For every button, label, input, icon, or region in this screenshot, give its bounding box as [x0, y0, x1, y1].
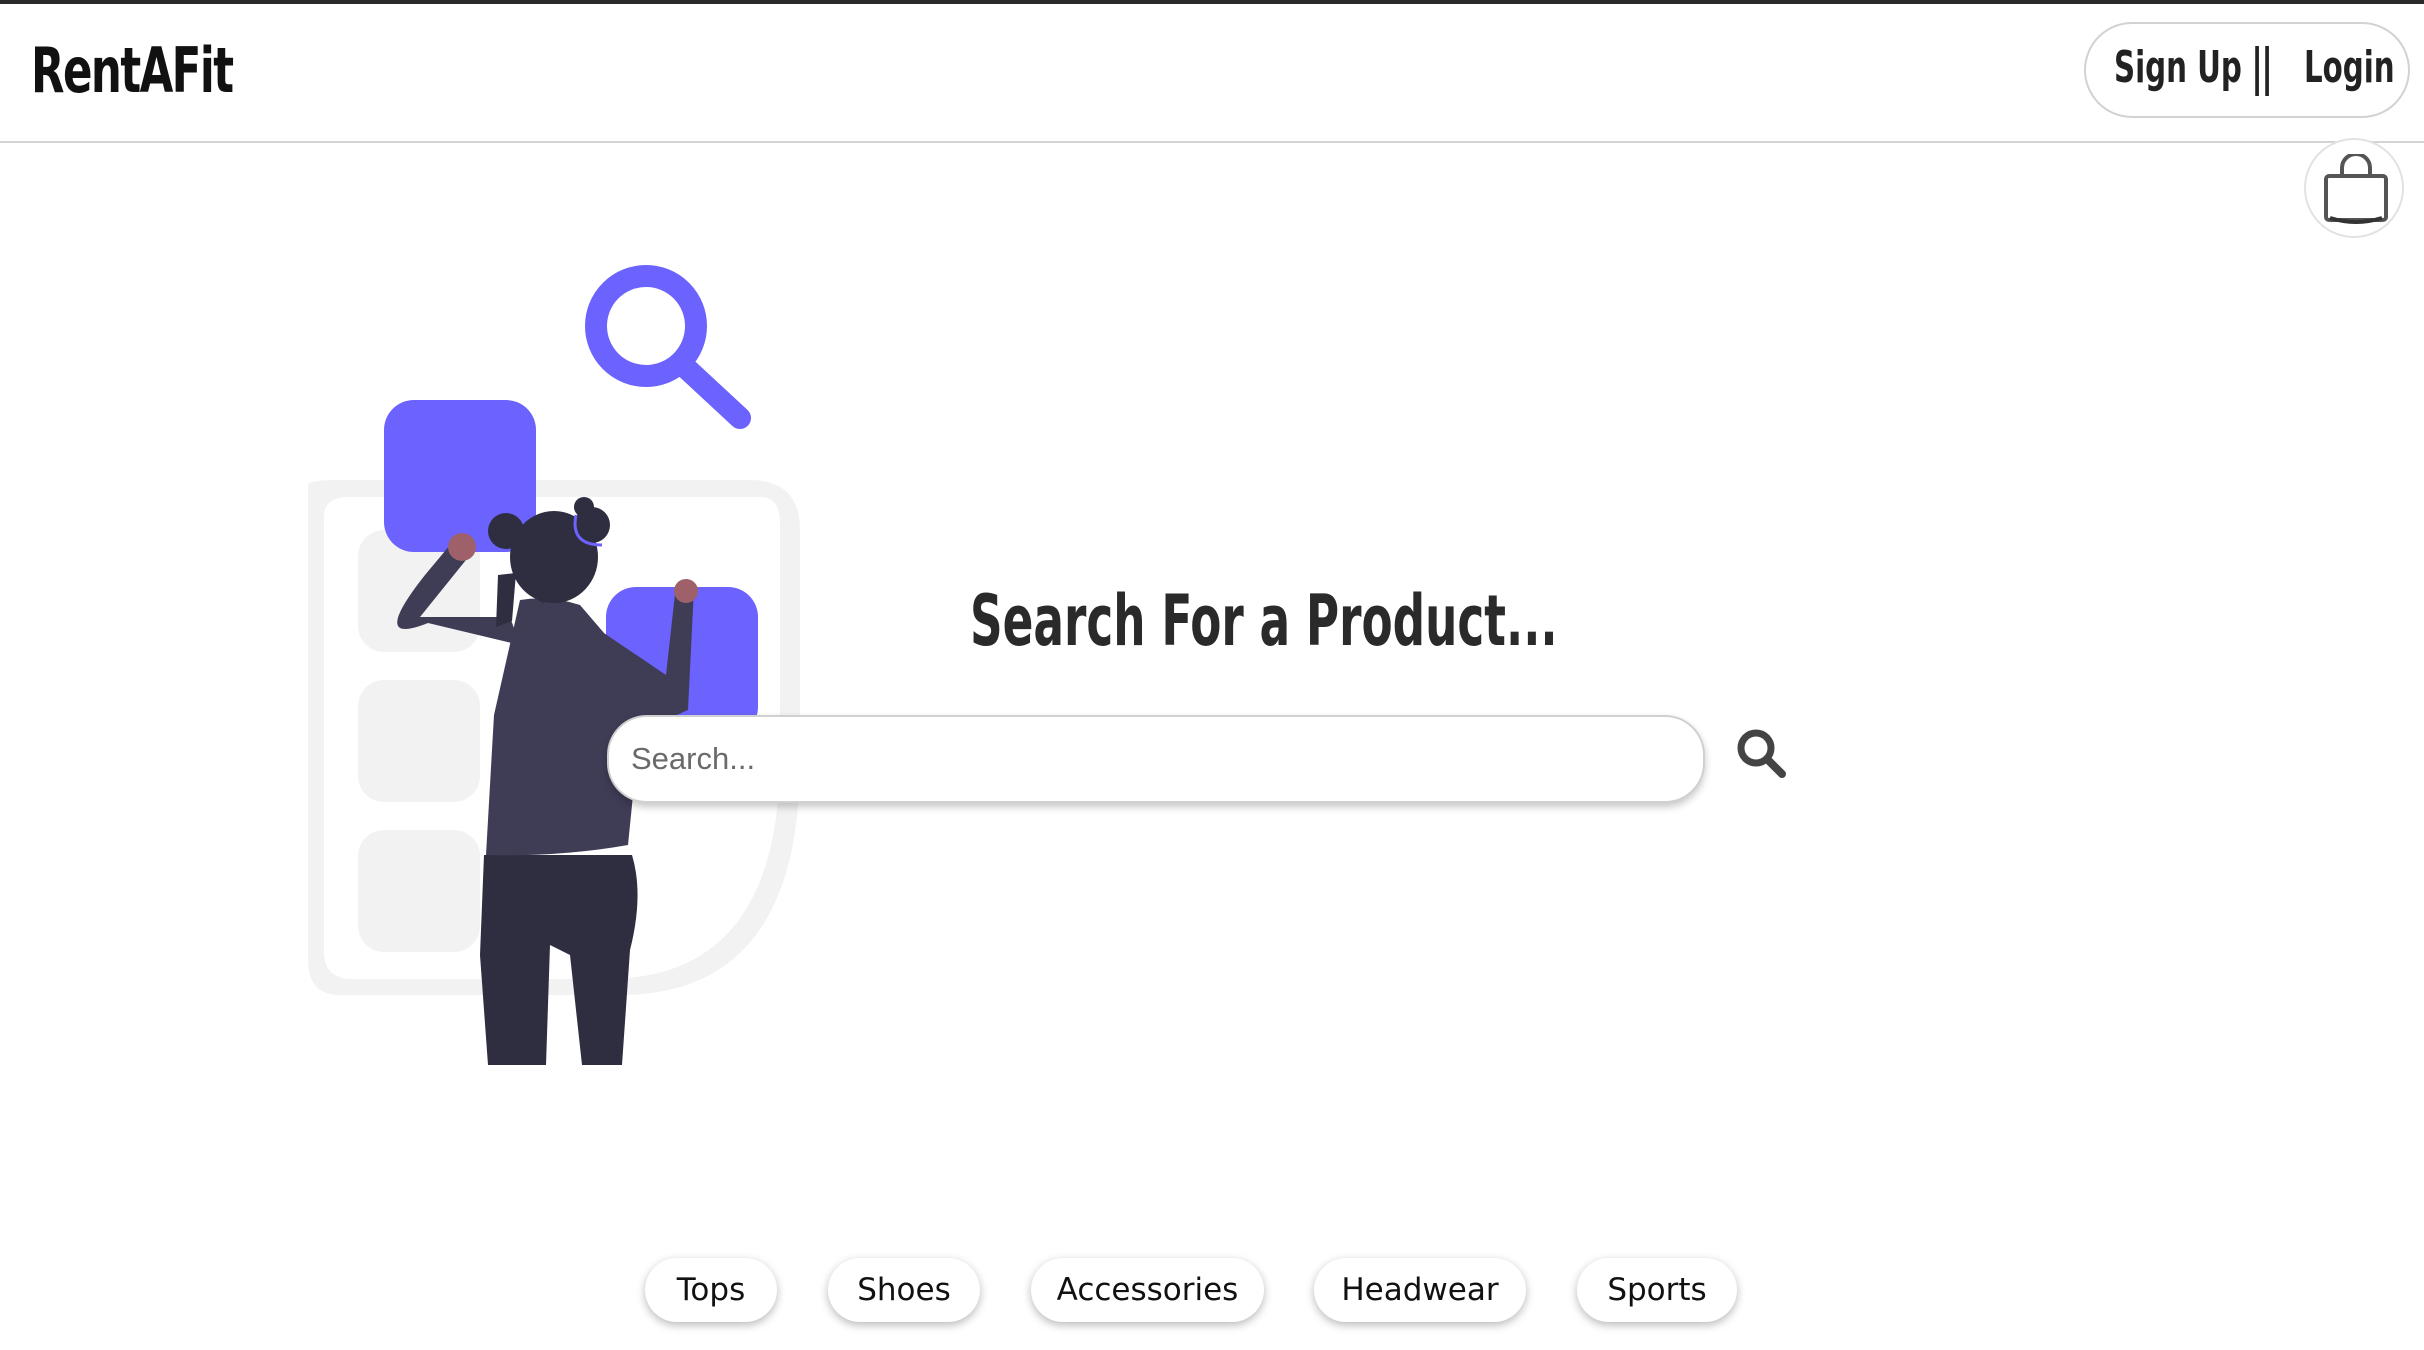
- category-chip-accessories[interactable]: Accessories: [1031, 1258, 1264, 1322]
- search-button[interactable]: [1734, 726, 1790, 782]
- category-chip-headwear[interactable]: Headwear: [1314, 1258, 1526, 1322]
- search-input[interactable]: [607, 715, 1705, 803]
- logo[interactable]: RentAFit: [31, 34, 234, 107]
- grey-tile: [358, 680, 480, 802]
- cart-button[interactable]: [2304, 138, 2404, 238]
- category-chip-shoes[interactable]: Shoes: [828, 1258, 980, 1322]
- auth-pill: Sign Up || Login: [2084, 22, 2410, 118]
- grey-tile: [358, 830, 480, 952]
- login-link[interactable]: Login: [2304, 42, 2395, 93]
- shopping-bag-icon: [2324, 154, 2388, 224]
- category-chip-tops[interactable]: Tops: [645, 1258, 777, 1322]
- person-searching-illustration: [308, 265, 800, 1065]
- header: RentAFit Sign Up || Login: [0, 4, 2424, 143]
- auth-separator: ||: [2251, 38, 2273, 96]
- magnifier-graphic: [585, 265, 751, 429]
- category-chip-sports[interactable]: Sports: [1577, 1258, 1737, 1322]
- page-title: Search For a Product...: [970, 580, 1558, 662]
- search-icon: [1737, 729, 1786, 778]
- page: RentAFit Sign Up || Login Search For a P…: [0, 0, 2424, 1350]
- sign-up-link[interactable]: Sign Up: [2114, 42, 2242, 93]
